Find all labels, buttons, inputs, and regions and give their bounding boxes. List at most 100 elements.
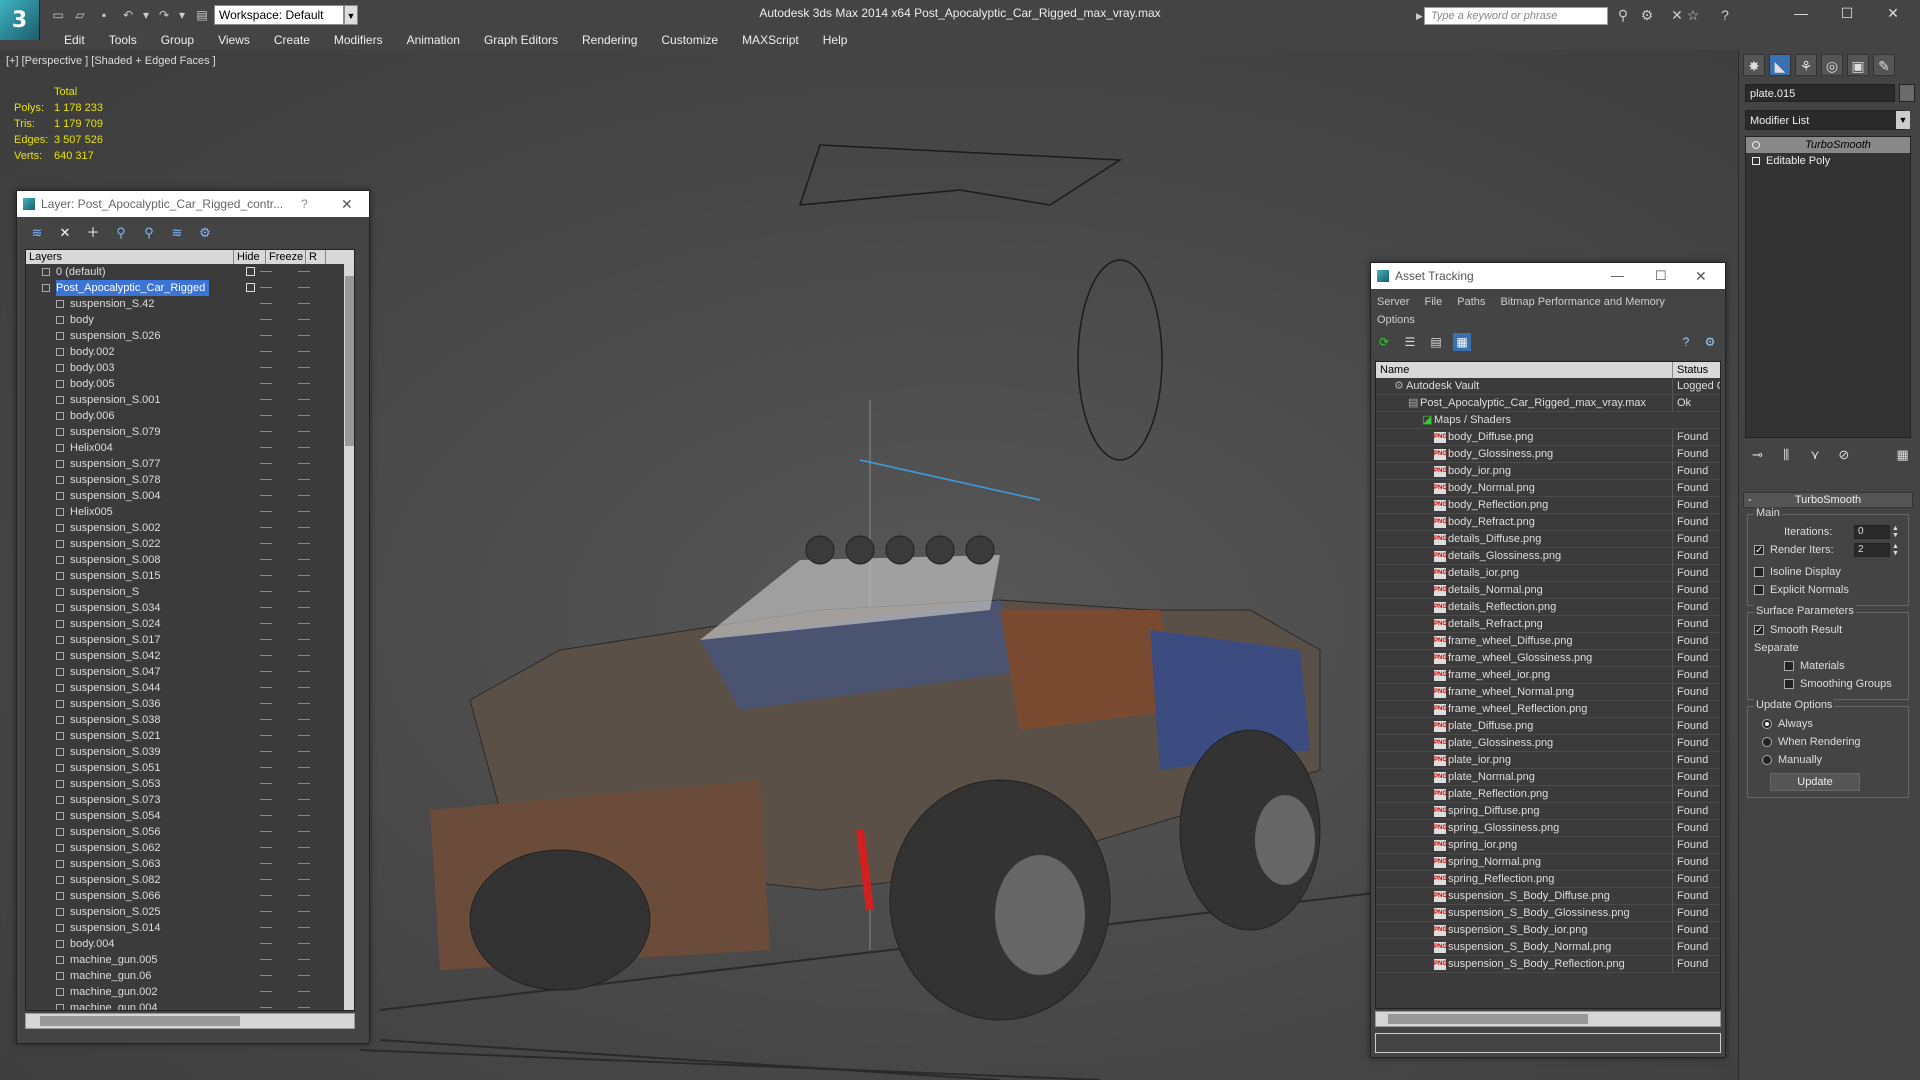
display-tab-icon[interactable]: ▣ <box>1847 54 1869 76</box>
asset-map-row[interactable]: PNG frame_wheel_Normal.png Found <box>1376 684 1720 701</box>
asset-row-folder[interactable]: ◪ Maps / Shaders <box>1376 412 1720 429</box>
render-iters-spinner[interactable]: 2 <box>1854 543 1890 557</box>
layer-object-row[interactable]: suspension_S.038 <box>26 712 354 728</box>
layer-object-row[interactable]: suspension_S.014 <box>26 920 354 936</box>
asset-map-row[interactable]: PNG suspension_S_Body_Diffuse.png Found <box>1376 888 1720 905</box>
hide-toggle[interactable] <box>260 303 272 304</box>
favorites-star-icon[interactable]: ☆ <box>1684 6 1702 24</box>
freeze-toggle[interactable] <box>298 431 310 432</box>
create-tab-icon[interactable]: ✸ <box>1743 54 1765 76</box>
asset-map-row[interactable]: PNG spring_Normal.png Found <box>1376 854 1720 871</box>
iterations-spinner[interactable]: 0 <box>1854 525 1890 539</box>
motion-tab-icon[interactable]: ◎ <box>1821 54 1843 76</box>
asset-map-row[interactable]: PNG spring_Diffuse.png Found <box>1376 803 1720 820</box>
search-expand-icon[interactable]: ▶ <box>1416 7 1424 25</box>
layer-window-titlebar[interactable]: Layer: Post_Apocalyptic_Car_Rigged_contr… <box>17 191 369 217</box>
layer-object-row[interactable]: suspension_S.044 <box>26 680 354 696</box>
freeze-toggle[interactable] <box>298 399 310 400</box>
menu-modifiers[interactable]: Modifiers <box>322 30 395 50</box>
stack-item-turbosmooth[interactable]: TurboSmooth <box>1746 137 1910 153</box>
show-end-result-icon[interactable]: ⫼ <box>1778 445 1795 465</box>
asset-map-row[interactable]: PNG plate_ior.png Found <box>1376 752 1720 769</box>
grid-view-icon[interactable]: ▦ <box>1453 333 1471 351</box>
asset-map-row[interactable]: PNG plate_Normal.png Found <box>1376 769 1720 786</box>
modifier-stack[interactable]: TurboSmooth Editable Poly <box>1745 136 1911 438</box>
current-layer-checkbox[interactable] <box>246 267 255 276</box>
layer-object-row[interactable]: suspension_S.053 <box>26 776 354 792</box>
layer-object-row[interactable]: suspension_S.034 <box>26 600 354 616</box>
freeze-toggle[interactable] <box>298 607 310 608</box>
delete-layer-icon[interactable]: ✕ <box>55 223 75 243</box>
asset-map-row[interactable]: PNG body_Reflection.png Found <box>1376 497 1720 514</box>
asset-map-row[interactable]: PNG plate_Reflection.png Found <box>1376 786 1720 803</box>
hide-toggle[interactable] <box>260 607 272 608</box>
layer-object-row[interactable]: suspension_S.073 <box>26 792 354 808</box>
asset-menu-server[interactable]: Server <box>1377 296 1409 308</box>
freeze-toggle[interactable] <box>298 511 310 512</box>
hide-toggle[interactable] <box>260 335 272 336</box>
status-column-header[interactable]: Status <box>1672 362 1708 378</box>
hide-toggle[interactable] <box>260 911 272 912</box>
layer-object-row[interactable]: suspension_S.062 <box>26 840 354 856</box>
asset-map-row[interactable]: PNG spring_Reflection.png Found <box>1376 871 1720 888</box>
freeze-toggle[interactable] <box>298 527 310 528</box>
manually-radio[interactable] <box>1762 755 1772 766</box>
set-current-layer-icon[interactable]: ≋ <box>167 223 187 243</box>
spinner-arrows-icon[interactable]: ▲ ▼ <box>1892 543 1900 557</box>
layer-object-row[interactable]: suspension_S.024 <box>26 616 354 632</box>
hide-toggle[interactable] <box>260 1007 272 1008</box>
spinner-arrows-icon[interactable]: ▲ ▼ <box>1892 525 1900 539</box>
hide-toggle[interactable] <box>260 559 272 560</box>
asset-map-row[interactable]: PNG details_Refract.png Found <box>1376 616 1720 633</box>
layer-list[interactable]: Layers Hide Freeze R 0 (default) Post_Apo… <box>25 249 355 1011</box>
freeze-toggle[interactable] <box>298 383 310 384</box>
freeze-toggle[interactable] <box>298 495 310 496</box>
hide-toggle[interactable] <box>260 543 272 544</box>
hide-toggle[interactable] <box>260 991 272 992</box>
freeze-toggle[interactable] <box>298 671 310 672</box>
freeze-toggle[interactable] <box>298 655 310 656</box>
when-rendering-radio[interactable] <box>1762 737 1772 748</box>
search-input[interactable]: Type a keyword or phrase <box>1424 7 1608 25</box>
freeze-toggle[interactable] <box>298 559 310 560</box>
hide-toggle[interactable] <box>260 735 272 736</box>
layer-vertical-scrollbar[interactable] <box>344 264 354 1010</box>
layer-object-row[interactable]: suspension_S.066 <box>26 888 354 904</box>
asset-horizontal-scrollbar[interactable] <box>1375 1011 1721 1027</box>
hide-toggle[interactable] <box>260 575 272 576</box>
asset-close-button[interactable]: ✕ <box>1695 263 1707 289</box>
layer-object-row[interactable]: suspension_S.025 <box>26 904 354 920</box>
refresh-icon[interactable]: ⟳ <box>1375 333 1393 351</box>
freeze-toggle[interactable] <box>298 847 310 848</box>
menu-views[interactable]: Views <box>206 30 262 50</box>
layer-row-default[interactable]: 0 (default) <box>26 264 354 280</box>
layer-object-row[interactable]: machine_gun.06 <box>26 968 354 984</box>
asset-row-file[interactable]: ▤ Post_Apocalyptic_Car_Rigged_max_vray.m… <box>1376 395 1720 412</box>
layer-object-row[interactable]: suspension_S <box>26 584 354 600</box>
materials-checkbox[interactable] <box>1784 661 1794 672</box>
menu-animation[interactable]: Animation <box>395 30 472 50</box>
menu-graph-editors[interactable]: Graph Editors <box>472 30 570 50</box>
layer-object-row[interactable]: machine_gun.005 <box>26 952 354 968</box>
layer-object-row[interactable]: suspension_S.047 <box>26 664 354 680</box>
layer-object-row[interactable]: suspension_S.017 <box>26 632 354 648</box>
layer-object-row[interactable]: suspension_S.022 <box>26 536 354 552</box>
smooth-result-checkbox[interactable] <box>1754 622 1764 640</box>
freeze-toggle[interactable] <box>298 543 310 544</box>
freeze-toggle[interactable] <box>298 575 310 576</box>
hierarchy-tab-icon[interactable]: ⚘ <box>1795 54 1817 76</box>
hide-toggle[interactable] <box>260 879 272 880</box>
layer-properties-icon[interactable]: ⚙ <box>195 223 215 243</box>
layer-object-row[interactable]: body.002 <box>26 344 354 360</box>
layer-object-row[interactable]: body.004 <box>26 936 354 952</box>
maximize-button[interactable]: ☐ <box>1824 0 1870 26</box>
asset-map-row[interactable]: PNG frame_wheel_Glossiness.png Found <box>1376 650 1720 667</box>
hide-toggle[interactable] <box>260 271 272 272</box>
undo-icon[interactable]: ↶ <box>120 7 136 23</box>
asset-minimize-button[interactable]: — <box>1611 263 1624 289</box>
layer-object-row[interactable]: suspension_S.015 <box>26 568 354 584</box>
asset-map-row[interactable]: PNG details_Glossiness.png Found <box>1376 548 1720 565</box>
freeze-column-header[interactable]: Freeze <box>266 250 306 264</box>
layer-object-row[interactable]: suspension_S.078 <box>26 472 354 488</box>
hide-toggle[interactable] <box>260 687 272 688</box>
